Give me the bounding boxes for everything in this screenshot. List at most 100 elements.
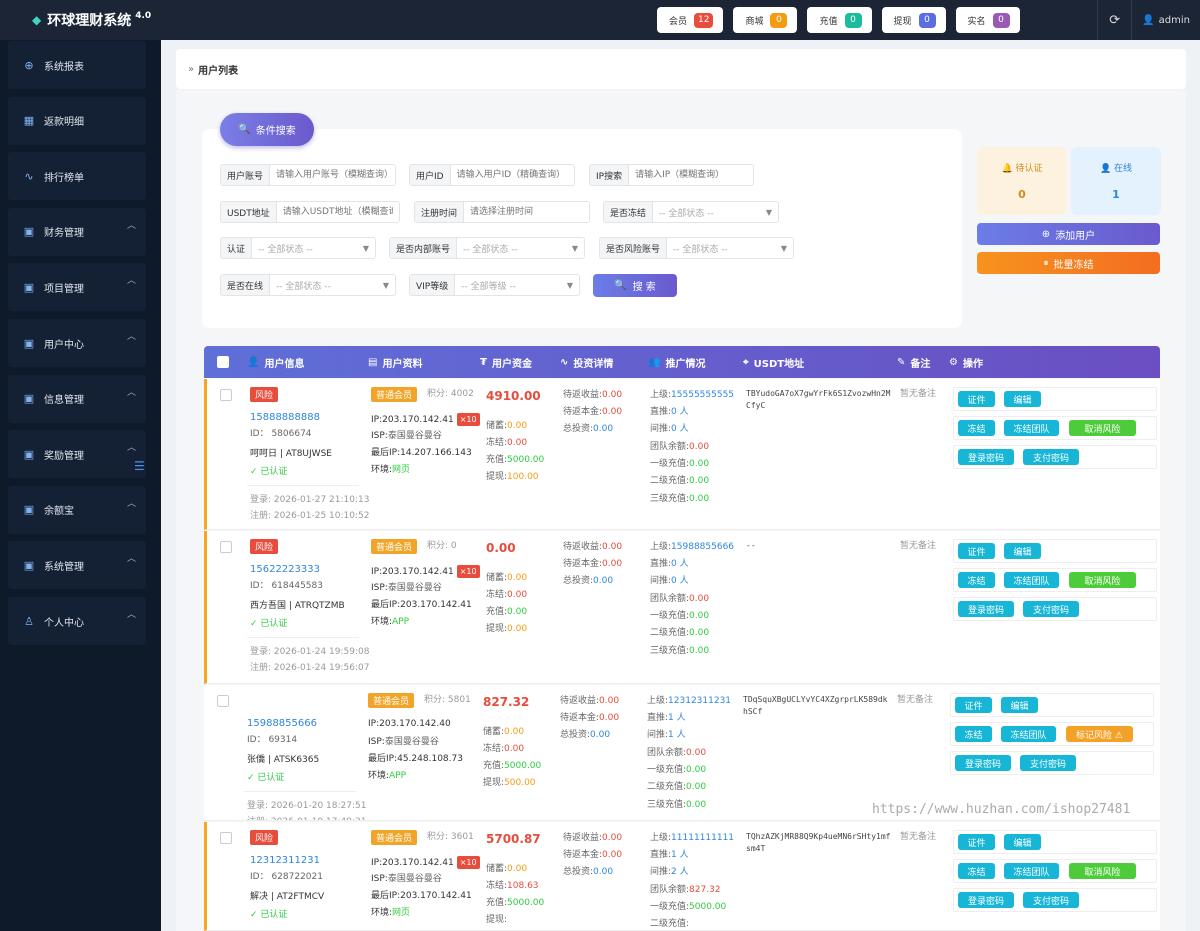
auth-select[interactable]: -- 全部状态 -- ▼ (252, 242, 375, 255)
cert-button[interactable]: 证件 (958, 391, 995, 407)
user-phone[interactable]: 15622223333 (250, 564, 320, 575)
last-ip: 最后IP:14.207.166.143 (371, 448, 472, 458)
user-balance: 4910.00 (486, 389, 541, 403)
fund-recharge: 充值:5000.00 (483, 761, 542, 771)
sidebar-item-5[interactable]: ▣ 用户中心 ︿ (8, 319, 146, 367)
login-password-button[interactable]: 登录密码 (958, 601, 1014, 617)
app-logo[interactable]: ◆ 环球理财系统 4.0 (0, 0, 160, 40)
freeze-team-button[interactable]: 冻结团队 (1004, 863, 1059, 879)
badge-label: 充值 (819, 16, 838, 27)
promo-team_balance: 团队余额:0.00 (647, 748, 707, 758)
online-select[interactable]: -- 全部状态 -- ▼ (270, 279, 395, 292)
frozen-select[interactable]: -- 全部状态 -- ▼ (653, 206, 778, 219)
last-login: 登录: 2026-01-20 18:27:51 (247, 801, 367, 811)
usdt-input[interactable] (276, 202, 399, 222)
sidebar-collapse-icon[interactable]: ☰ (134, 459, 145, 473)
ip-input[interactable] (629, 165, 753, 185)
cert-button[interactable]: 证件 (955, 697, 992, 713)
risk-toggle-button[interactable]: 标记风险 ⚠ (1066, 726, 1133, 742)
freeze-button[interactable]: 冻结 (958, 863, 995, 879)
search-button[interactable]: 🔍 搜 索 (593, 274, 677, 297)
badge-4[interactable]: 实名 0 (955, 7, 1020, 33)
sidebar-item-10[interactable]: ♙ 个人中心 ︿ (8, 597, 146, 645)
register-time: 注册: 2026-01-24 19:56:07 (250, 663, 370, 673)
promo-team_balance: 团队余额:827.32 (650, 885, 721, 895)
user-menu[interactable]: 👤 admin (1131, 0, 1200, 40)
badge-0[interactable]: 会员 12 (657, 7, 724, 33)
login-password-button[interactable]: 登录密码 (958, 449, 1014, 465)
add-user-button[interactable]: ⊕ 添加用户 (977, 223, 1160, 245)
account-input[interactable] (270, 165, 395, 185)
sidebar-item-8[interactable]: ▣ 余额宝 ︿ (8, 485, 146, 534)
table-row: 风险 15888888888 ID： 5806674 呵呵日 | AT8UJWSE ✓ … (204, 379, 1160, 530)
sidebar-item-4[interactable]: ▣ 项目管理 ︿ (8, 263, 146, 312)
row-checkbox[interactable] (220, 389, 232, 401)
freeze-team-button[interactable]: 冻结团队 (1004, 420, 1059, 436)
sidebar-item-2[interactable]: ∿ 排行榜单 (8, 152, 146, 201)
risk-toggle-button[interactable]: 取消风险 (1069, 420, 1136, 436)
risk-toggle-button[interactable]: 取消风险 (1069, 863, 1136, 879)
regtime-input[interactable] (464, 202, 589, 222)
internal-select[interactable]: -- 全部状态 -- ▼ (457, 242, 584, 255)
select-all-checkbox[interactable] (217, 356, 229, 368)
pending-auth-stat[interactable]: 🔔 待认证 0 (977, 147, 1067, 215)
sidebar-item-6[interactable]: ▣ 信息管理 ︿ (8, 374, 146, 423)
sidebar-item-7[interactable]: ▣ 奖励管理 ︿ (8, 430, 146, 479)
pay-password-button[interactable]: 支付密码 (1020, 755, 1076, 771)
watermark: https://www.huzhan.com/ishop27481 (872, 802, 1131, 817)
row-checkbox[interactable] (220, 541, 232, 553)
ip-field: IP搜索 (589, 164, 754, 186)
pay-password-button[interactable]: 支付密码 (1023, 892, 1079, 908)
refresh-icon[interactable]: ⟳ (1097, 0, 1131, 40)
login-password-button[interactable]: 登录密码 (955, 755, 1011, 771)
badge-label: 会员 (669, 16, 688, 27)
apps-icon: ▣ (23, 392, 35, 406)
edit-button[interactable]: 编辑 (1004, 391, 1041, 407)
verified-status: ✓ 已认证 (250, 467, 288, 477)
user-phone[interactable]: 15888888888 (250, 412, 320, 423)
freeze-button[interactable]: 冻结 (958, 572, 995, 588)
freeze-button[interactable]: 冻结 (958, 420, 995, 436)
edit-button[interactable]: 编辑 (1004, 543, 1041, 559)
riskacct-select[interactable]: -- 全部状态 -- ▼ (667, 242, 793, 255)
sidebar-item-0[interactable]: ⊕ 系统报表 (8, 41, 146, 89)
freeze-team-button[interactable]: 冻结团队 (1001, 726, 1056, 742)
user-phone[interactable]: 15988855666 (247, 718, 317, 729)
vip-tag: 普通会员 (371, 539, 418, 554)
user-phone[interactable]: 12312311231 (250, 855, 320, 866)
badge-1[interactable]: 商城 0 (733, 7, 798, 33)
cert-button[interactable]: 证件 (958, 543, 995, 559)
sidebar-item-9[interactable]: ▣ 系统管理 ︿ (8, 541, 146, 590)
sidebar-item-1[interactable]: ▦ 返款明细 (8, 96, 146, 145)
badge-2[interactable]: 充值 0 (807, 7, 872, 33)
vip-select[interactable]: -- 全部等级 -- ▼ (455, 279, 579, 292)
promo-l2: 二级充值:0.00 (647, 782, 707, 792)
chevron-up-icon: ︿ (126, 387, 136, 398)
promo-l2: 二级充值:0.00 (650, 476, 710, 486)
cert-button[interactable]: 证件 (958, 834, 995, 850)
verified-status: ✓ 已认证 (250, 619, 288, 629)
risk-toggle-button[interactable]: 取消风险 (1069, 572, 1136, 588)
pay-password-button[interactable]: 支付密码 (1023, 449, 1079, 465)
online-stat[interactable]: 👤 在线 1 (1071, 147, 1161, 215)
sidebar-item-3[interactable]: ▣ 财务管理 ︿ (8, 207, 146, 256)
id-card-icon: ▤ (368, 356, 378, 368)
fund-savings: 储蓄:0.00 (483, 727, 525, 737)
pause-circle-icon: ⏸ (1043, 257, 1049, 269)
edit-button[interactable]: 编辑 (1001, 697, 1038, 713)
sidebar-item-label: 项目管理 (44, 283, 84, 295)
app-version: 4.0 (135, 11, 152, 21)
freeze-team-button[interactable]: 冻结团队 (1004, 572, 1059, 588)
row-checkbox[interactable] (217, 695, 229, 707)
edit-button[interactable]: 编辑 (1004, 834, 1041, 850)
row-checkbox[interactable] (220, 832, 232, 844)
plus-circle-icon: ⊕ (1041, 228, 1051, 240)
uid-input[interactable] (450, 165, 574, 185)
batch-freeze-button[interactable]: ⏸ 批量冻结 (977, 252, 1160, 274)
user-icon: 👤 (1099, 164, 1112, 174)
pay-password-button[interactable]: 支付密码 (1023, 601, 1079, 617)
login-password-button[interactable]: 登录密码 (958, 892, 1014, 908)
search-toggle-button[interactable]: 🔍 条件搜索 (220, 113, 314, 146)
badge-3[interactable]: 提现 0 (881, 7, 946, 33)
freeze-button[interactable]: 冻结 (955, 726, 992, 742)
